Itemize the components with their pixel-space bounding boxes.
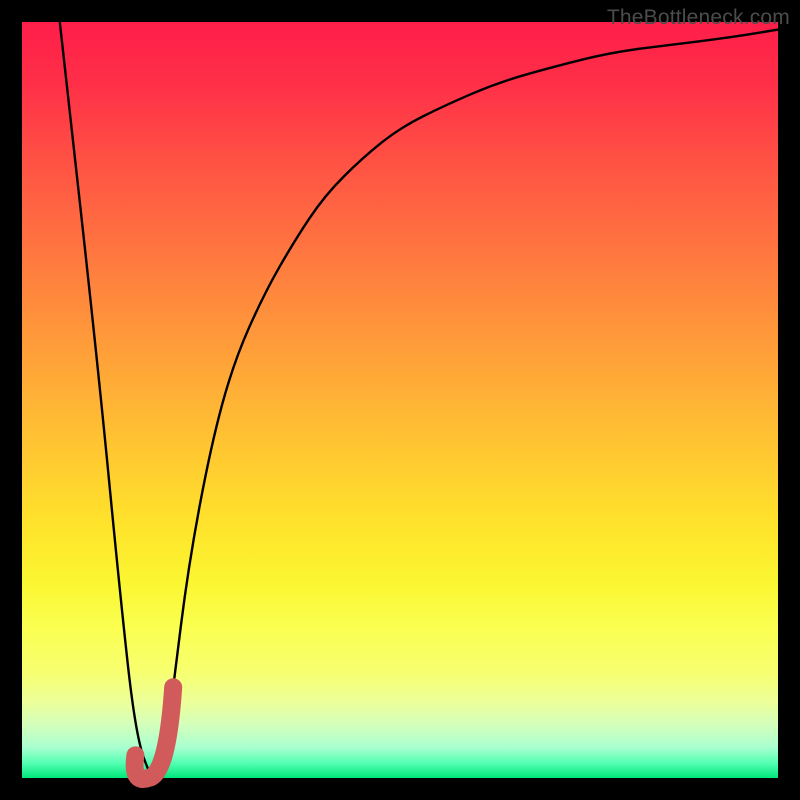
curve-layer [22, 22, 778, 778]
chart-frame: TheBottleneck.com [0, 0, 800, 800]
selected-point-marker [135, 687, 174, 779]
bottleneck-curve [60, 22, 778, 778]
watermark-text: TheBottleneck.com [607, 6, 790, 30]
plot-area [22, 22, 778, 778]
